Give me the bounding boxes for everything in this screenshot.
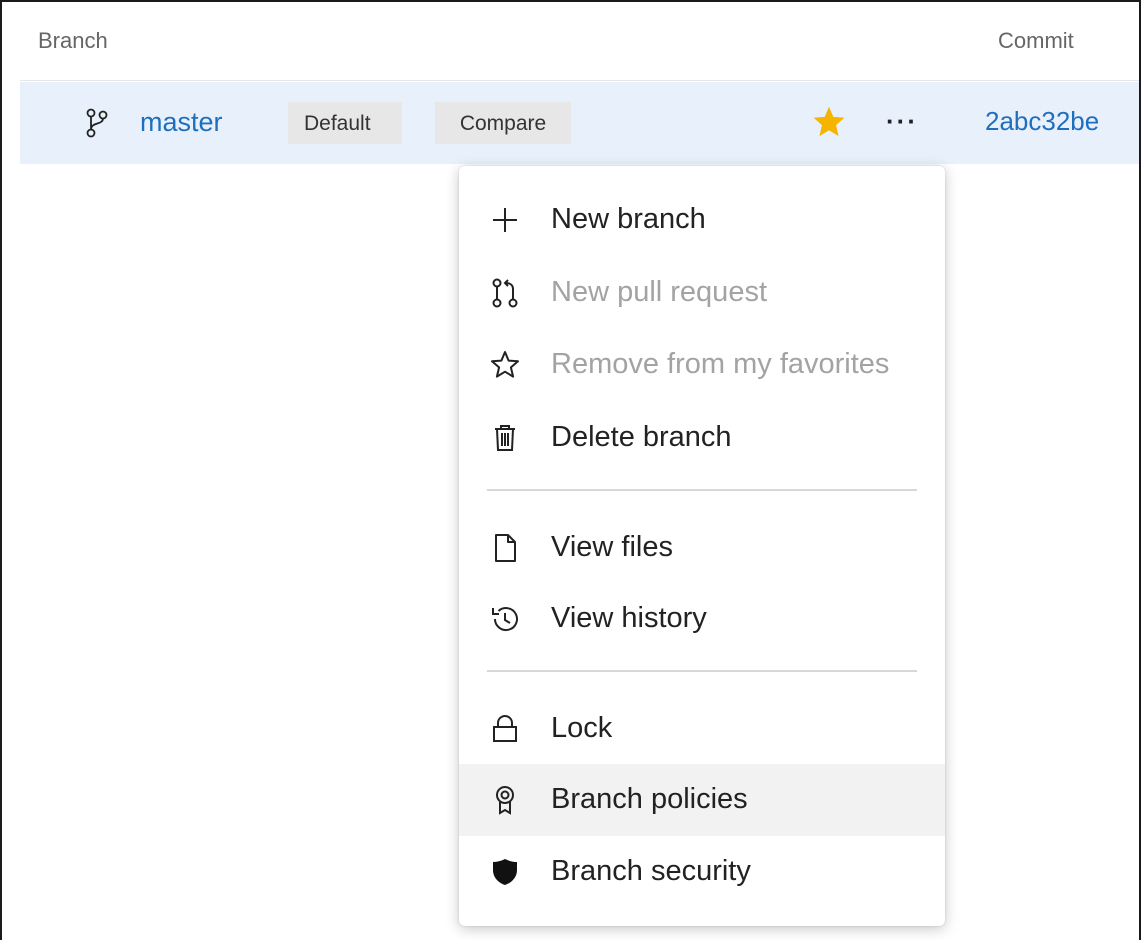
menu-item-label: New branch [551, 203, 706, 235]
menu-item-label: View files [551, 531, 673, 563]
branch-icon [86, 108, 108, 138]
menu-item-label: Lock [551, 712, 613, 744]
file-icon [495, 534, 516, 562]
menu-item-label: View history [551, 602, 707, 634]
menu-item-view-history[interactable]: View history [459, 583, 945, 655]
menu-item-branch-policies[interactable]: Branch policies [459, 764, 945, 836]
menu-divider [487, 670, 917, 672]
branch-context-menu: New branch New pull request Remove from … [459, 166, 945, 926]
commit-id-link[interactable]: 2abc32be [985, 106, 1099, 137]
menu-item-delete-branch[interactable]: Delete branch [459, 402, 945, 474]
column-header-branch[interactable]: Branch [38, 28, 108, 54]
favorite-star-icon[interactable] [811, 104, 847, 140]
menu-item-branch-security[interactable]: Branch security [459, 836, 945, 908]
menu-item-label: Delete branch [551, 421, 732, 453]
star-outline-icon [491, 351, 519, 378]
lock-icon [493, 715, 517, 742]
column-header-commit[interactable]: Commit [998, 28, 1074, 54]
menu-item-new-pull-request[interactable]: New pull request [459, 257, 945, 329]
plus-icon [493, 208, 517, 232]
menu-item-new-branch[interactable]: New branch [459, 184, 945, 256]
pull-request-icon [492, 278, 518, 308]
shield-icon [493, 859, 517, 885]
menu-item-label: Branch policies [551, 783, 748, 815]
menu-divider [487, 489, 917, 491]
table-row[interactable]: master Default Compare ··· 2abc32be [20, 82, 1139, 164]
menu-item-label: New pull request [551, 276, 767, 308]
menu-item-label: Branch security [551, 855, 751, 887]
trash-icon [495, 425, 515, 451]
history-icon [492, 607, 518, 632]
menu-item-remove-favorite[interactable]: Remove from my favorites [459, 329, 945, 401]
branch-name-link[interactable]: master [140, 107, 223, 138]
more-actions-button[interactable]: ··· [886, 106, 918, 137]
policy-badge-icon [496, 786, 514, 815]
default-badge: Default [288, 102, 402, 144]
menu-item-lock[interactable]: Lock [459, 693, 945, 765]
menu-item-view-files[interactable]: View files [459, 512, 945, 584]
table-header: Branch Commit [20, 2, 1139, 81]
branches-panel: Branch Commit master Default Compare ···… [0, 0, 1141, 940]
compare-badge[interactable]: Compare [435, 102, 571, 144]
menu-item-label: Remove from my favorites [551, 348, 890, 380]
